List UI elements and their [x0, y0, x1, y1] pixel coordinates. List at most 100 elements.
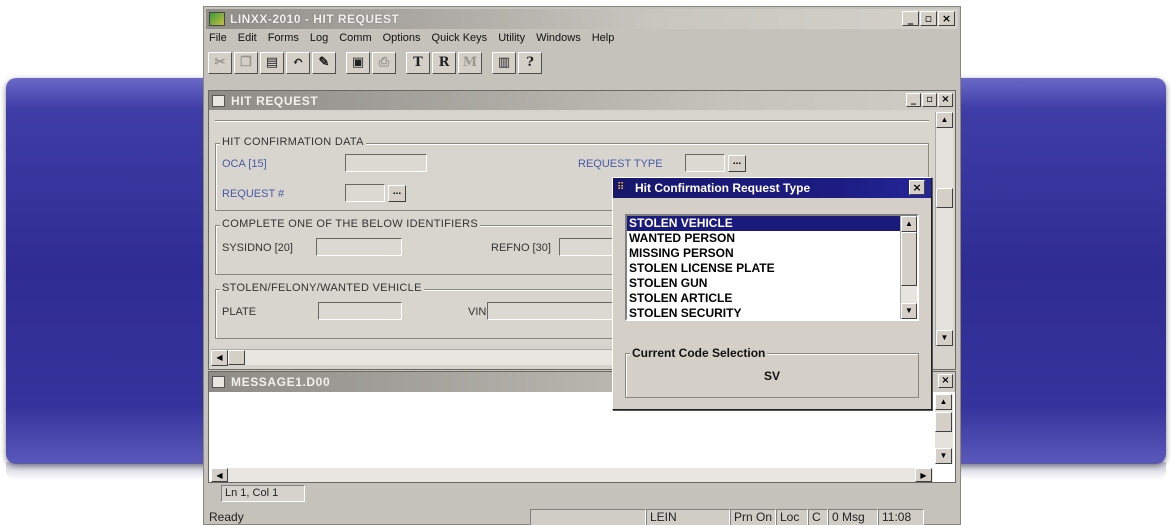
- status-ready: Ready: [209, 510, 244, 524]
- list-item-stolen-article[interactable]: STOLEN ARTICLE: [627, 291, 917, 306]
- scroll-down-icon[interactable]: ▼: [936, 330, 953, 346]
- scroll-up-icon[interactable]: ▲: [936, 112, 953, 128]
- hit-request-title: HIT REQUEST: [231, 93, 319, 108]
- dialog-close-button[interactable]: ×: [909, 180, 925, 195]
- scroll-thumb[interactable]: [935, 412, 952, 432]
- request-type-dialog: ⠿ Hit Confirmation Request Type × STOLEN…: [612, 177, 932, 410]
- copy-icon[interactable]: ❐: [234, 52, 258, 74]
- message-close-button[interactable]: ×: [938, 374, 953, 388]
- status-messages: 0 Msg: [828, 509, 878, 525]
- status-printer: Prn On: [730, 509, 776, 525]
- m-button[interactable]: M: [458, 52, 482, 74]
- request-type-list[interactable]: STOLEN VEHICLE WANTED PERSON MISSING PER…: [625, 214, 919, 321]
- message-horizontal-scrollbar[interactable]: ◀ ▶: [211, 468, 933, 482]
- r-button[interactable]: R: [432, 52, 456, 74]
- menu-windows[interactable]: Windows: [535, 31, 582, 49]
- list-item-wanted-person[interactable]: WANTED PERSON: [627, 231, 917, 246]
- maximize-button[interactable]: ▫: [920, 11, 937, 26]
- oca-label: OCA [15]: [222, 158, 267, 170]
- request-type-field[interactable]: [685, 154, 725, 172]
- plate-label: PLATE: [222, 306, 257, 318]
- document-icon: [212, 376, 225, 388]
- request-type-lookup-button[interactable]: ...: [728, 155, 746, 172]
- app-titlebar[interactable]: LINXX-2010 - HIT REQUEST _ ▫ ×: [206, 9, 958, 29]
- message-title: MESSAGE1.D00: [231, 375, 331, 389]
- group-title: STOLEN/FELONY/WANTED VEHICLE: [220, 282, 424, 294]
- plate-field[interactable]: [318, 302, 402, 320]
- menu-help[interactable]: Help: [591, 31, 616, 49]
- t-button[interactable]: T: [406, 52, 430, 74]
- app-icon: [209, 12, 225, 26]
- message-vertical-scrollbar[interactable]: ▲ ▼: [935, 394, 953, 464]
- app-title: LINXX-2010 - HIT REQUEST: [230, 12, 400, 26]
- current-code-group: Current Code Selection SV: [625, 346, 919, 398]
- list-item-stolen-vehicle[interactable]: STOLEN VEHICLE: [627, 216, 917, 231]
- dialog-icon: ⠿: [617, 182, 625, 193]
- sysidno-label: SYSIDNO [20]: [222, 242, 293, 254]
- scroll-down-icon[interactable]: ▼: [935, 448, 952, 464]
- scroll-right-icon[interactable]: ▶: [915, 468, 932, 482]
- current-code-label: Current Code Selection: [630, 346, 768, 360]
- request-number-label: REQUEST #: [222, 188, 285, 200]
- child-close-button[interactable]: ×: [938, 93, 953, 107]
- document-icon: [212, 94, 225, 107]
- scroll-thumb[interactable]: [901, 232, 917, 286]
- undo-icon[interactable]: ↶: [286, 52, 310, 74]
- help-button[interactable]: ?: [518, 52, 542, 74]
- eraser-icon[interactable]: ✎: [312, 52, 336, 74]
- minimize-button[interactable]: _: [902, 11, 919, 26]
- oca-field[interactable]: [345, 154, 427, 172]
- list-scrollbar[interactable]: ▲ ▼: [900, 216, 917, 319]
- list-item-stolen-security[interactable]: STOLEN SECURITY: [627, 306, 917, 319]
- status-loc: Loc: [776, 509, 808, 525]
- form-vertical-scrollbar[interactable]: ▲ ▼: [935, 112, 953, 346]
- divider: [215, 120, 929, 122]
- list-item-missing-person[interactable]: MISSING PERSON: [627, 246, 917, 261]
- print-icon[interactable]: ⎙: [372, 52, 396, 74]
- status-bar: Ready LEIN Prn On Loc C 0 Msg 11:08: [208, 509, 958, 525]
- dialog-title: Hit Confirmation Request Type: [635, 181, 811, 195]
- current-code-value: SV: [763, 369, 780, 383]
- request-number-field[interactable]: [345, 184, 385, 202]
- paste-icon[interactable]: ▤: [260, 52, 284, 74]
- book-icon[interactable]: ▥: [492, 52, 516, 74]
- scroll-up-icon[interactable]: ▲: [935, 394, 952, 410]
- hit-request-titlebar[interactable]: HIT REQUEST _ ▫ ×: [209, 91, 955, 110]
- child-minimize-button[interactable]: _: [906, 93, 921, 107]
- status-panel-empty: [530, 509, 646, 525]
- scroll-left-icon[interactable]: ◀: [211, 350, 228, 366]
- status-c: C: [808, 509, 828, 525]
- hscroll-thumb[interactable]: [228, 350, 245, 365]
- menu-forms[interactable]: Forms: [267, 31, 300, 49]
- cut-icon[interactable]: ✂: [208, 52, 232, 74]
- list-item-stolen-license-plate[interactable]: STOLEN LICENSE PLATE: [627, 261, 917, 276]
- dialog-titlebar[interactable]: ⠿ Hit Confirmation Request Type ×: [613, 178, 931, 198]
- menu-comm[interactable]: Comm: [338, 31, 372, 49]
- menu-file[interactable]: File: [208, 31, 228, 49]
- menu-edit[interactable]: Edit: [237, 31, 258, 49]
- scroll-up-icon[interactable]: ▲: [901, 216, 917, 232]
- menu-utility[interactable]: Utility: [497, 31, 526, 49]
- status-time: 11:08: [878, 509, 924, 525]
- sysidno-field[interactable]: [316, 238, 402, 256]
- menu-bar: File Edit Forms Log Comm Options Quick K…: [208, 31, 615, 49]
- cursor-position: Ln 1, Col 1: [221, 485, 305, 502]
- status-lein: LEIN: [646, 509, 730, 525]
- refno-field[interactable]: [559, 238, 619, 256]
- child-maximize-button[interactable]: ▫: [922, 93, 937, 107]
- scroll-down-icon[interactable]: ▼: [901, 303, 917, 319]
- menu-quick-keys[interactable]: Quick Keys: [431, 31, 489, 49]
- close-button[interactable]: ×: [938, 11, 955, 26]
- refno-label: REFNO [30]: [491, 242, 551, 254]
- menu-options[interactable]: Options: [382, 31, 422, 49]
- menu-log[interactable]: Log: [309, 31, 329, 49]
- vin-field[interactable]: [487, 302, 627, 320]
- scroll-thumb[interactable]: [936, 188, 953, 208]
- form-icon[interactable]: ▣: [346, 52, 370, 74]
- toolbar: ✂ ❐ ▤ ↶ ✎ ▣ ⎙ T R M ▥ ?: [208, 50, 542, 76]
- group-title: COMPLETE ONE OF THE BELOW IDENTIFIERS: [220, 218, 480, 230]
- list-item-stolen-gun[interactable]: STOLEN GUN: [627, 276, 917, 291]
- scroll-left-icon[interactable]: ◀: [211, 468, 228, 482]
- group-title: HIT CONFIRMATION DATA: [220, 136, 366, 148]
- request-number-lookup-button[interactable]: ...: [388, 185, 406, 202]
